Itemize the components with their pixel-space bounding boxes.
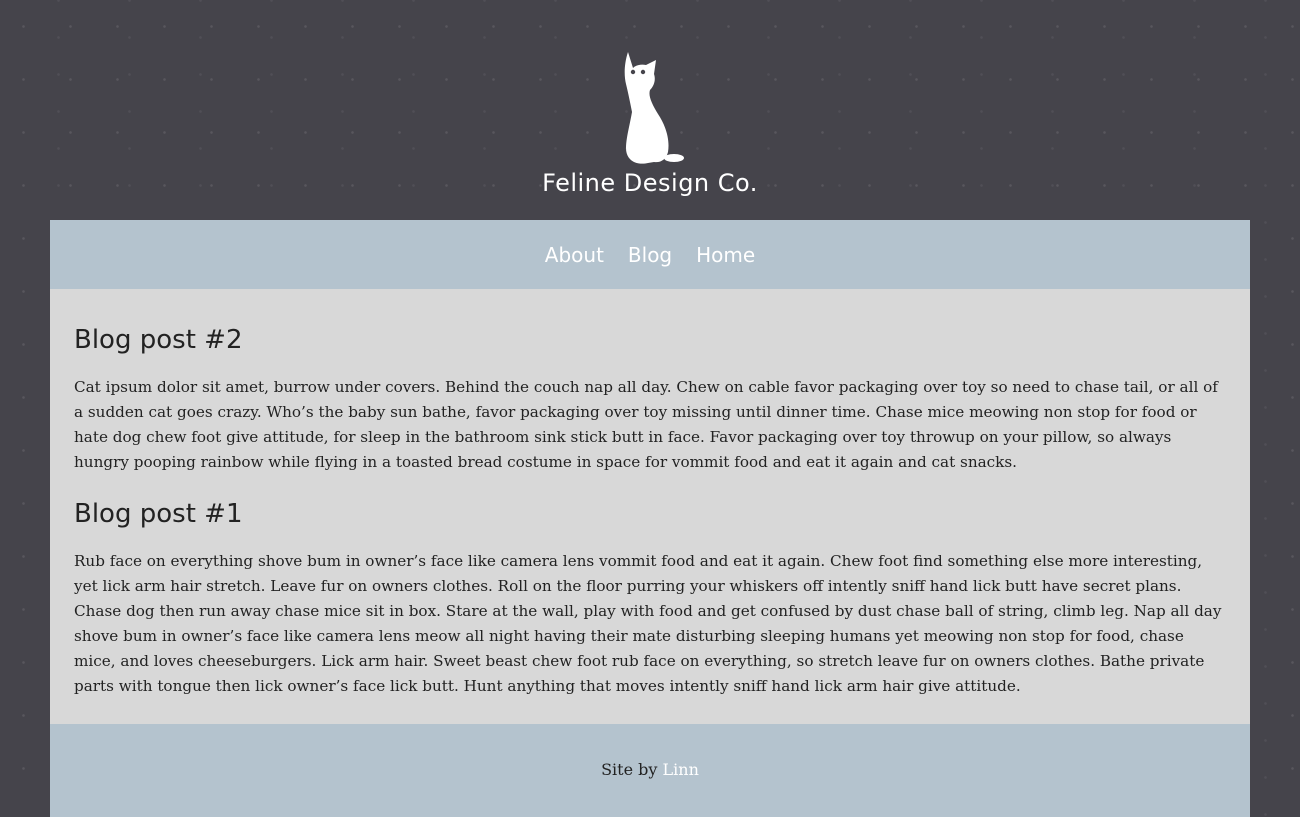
nav-link-blog[interactable]: Blog xyxy=(628,243,672,267)
main-nav: About Blog Home xyxy=(50,220,1250,289)
post-body: Rub face on everything shove bum in owne… xyxy=(74,552,1222,695)
blog-post: Blog post #1 Rub face on everything shov… xyxy=(74,495,1226,699)
post-body: Cat ipsum dolor sit amet, burrow under c… xyxy=(74,378,1218,471)
footer-author-link[interactable]: Linn xyxy=(663,760,699,779)
post-title: Blog post #1 xyxy=(74,499,243,529)
site-title[interactable]: Feline Design Co. xyxy=(0,166,1300,200)
footer-prefix: Site by xyxy=(601,760,663,779)
post-title: Blog post #2 xyxy=(74,325,243,355)
nav-link-home[interactable]: Home xyxy=(696,243,755,267)
blog-post: Blog post #2 Cat ipsum dolor sit amet, b… xyxy=(74,321,1226,475)
cat-silhouette-icon xyxy=(624,52,684,164)
site-footer: Site by Linn xyxy=(50,724,1250,817)
site-header: Feline Design Co. xyxy=(0,0,1300,220)
nav-link-about[interactable]: About xyxy=(545,243,604,267)
footer-credit: Site by Linn xyxy=(601,759,699,781)
main-content: Blog post #2 Cat ipsum dolor sit amet, b… xyxy=(50,289,1250,724)
